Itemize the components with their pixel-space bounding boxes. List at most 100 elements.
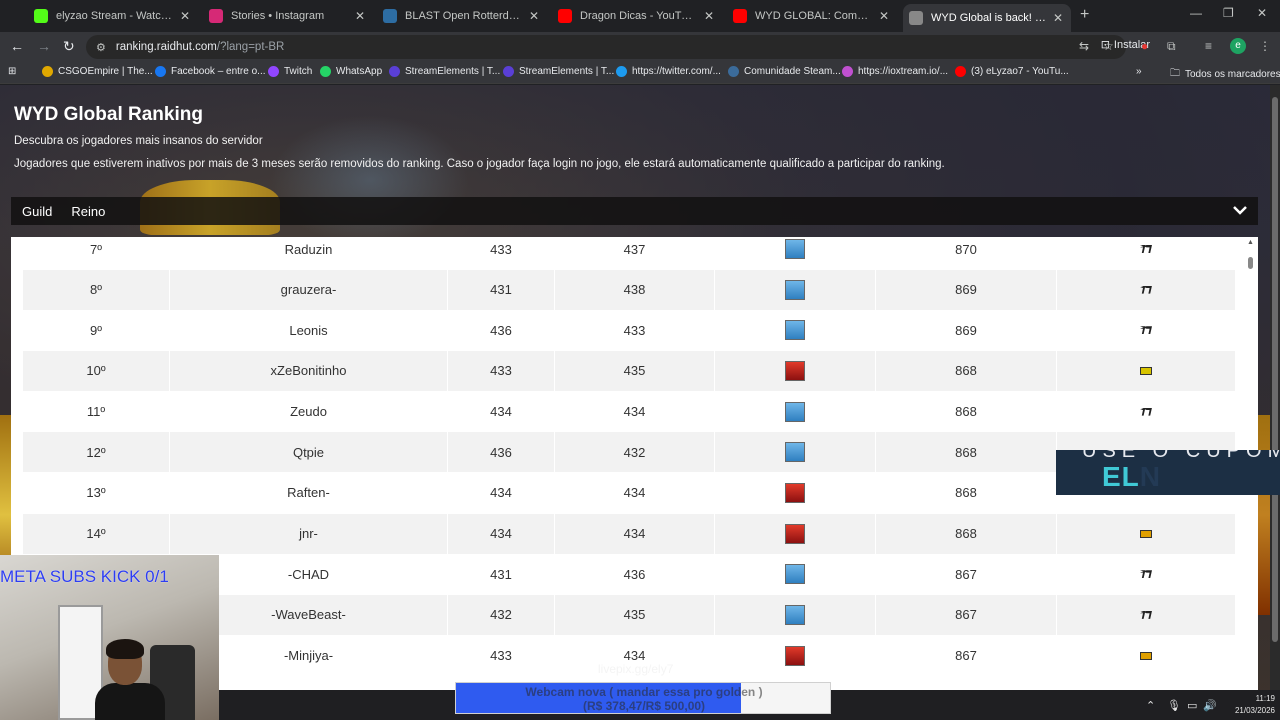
close-tab-icon[interactable]: ✕ [178,9,192,23]
livepix-watermark: livepix.gg/ely7 [598,662,674,676]
forward-icon[interactable]: → [37,38,51,54]
bookmark-label: Twitch [284,66,313,77]
kick-icon [34,9,48,23]
page-title: WYD Global Ranking [14,104,203,125]
table-row[interactable]: 14º jnr- 434 434 868 [23,513,1235,554]
browser-tab[interactable]: WYD GLOBAL: Como Adicionar ✕ [727,4,897,28]
level-b-cell: 438 [555,269,715,310]
network-icon[interactable]: ▭ [1187,699,1197,712]
clock-date: 21/03/2026 [1234,706,1275,715]
new-tab-button[interactable]: + [1080,6,1089,24]
menu-kebab-icon[interactable]: ⋮ [1259,39,1271,53]
table-row[interactable]: 12º Qtpie 436 432 868 [23,432,1235,473]
scroll-up-icon[interactable]: ▲ [1247,239,1254,246]
guild-emblem-icon [1140,245,1152,253]
back-icon[interactable]: ← [10,38,24,54]
total-score-cell: 868 [876,513,1057,554]
tab-title: WYD GLOBAL: Como Adicionar [755,10,873,22]
total-score-cell: 868 [876,391,1057,432]
bookmark-label: CSGOEmpire | The... [58,66,153,77]
bookmark-label: StreamElements | T... [405,66,501,77]
bookmark-label: StreamElements | T... [519,66,615,77]
close-tab-icon[interactable]: ✕ [527,9,541,23]
instagram-icon [209,9,223,23]
folder-icon: 🗀 [1170,68,1180,79]
chevron-down-icon[interactable] [1232,202,1248,218]
sponsor-logo: ELN [1102,461,1161,493]
bookmark-star-icon[interactable]: ☆ [1103,39,1114,53]
apps-grid-icon[interactable]: ⊞ [8,66,16,77]
bookmark-item[interactable]: (3) eLyzao7 - YouTu... [955,66,1069,77]
bookmark-item[interactable]: Comunidade Steam... [728,66,841,77]
url-host: ranking.raidhut.com [115,41,217,53]
table-row[interactable]: 9º Leonis 436 433 869 [23,310,1235,351]
nav-guild-link[interactable]: Guild [22,204,52,219]
table-row[interactable]: 11º Zeudo 434 434 868 [23,391,1235,432]
rank-position-cell: 7º [23,237,170,269]
subs-goal-text: META SUBS KICK 0/1 [0,567,169,586]
browser-toolbar: ← → ↻ ⚙ ranking.raidhut.com/?lang=pt-BR … [0,32,1280,62]
tray-chevron-up-icon[interactable]: ⌃ [1146,699,1155,712]
bookmark-item[interactable]: WhatsApp [320,66,382,77]
table-row[interactable]: 10º xZeBonitinho 433 435 868 [23,350,1235,391]
browser-tab[interactable]: WYD Global is back! Play with y ✕ [903,4,1071,32]
class-cell [715,554,876,595]
close-tab-icon[interactable]: ✕ [877,9,891,23]
browser-tab[interactable]: BLAST Open Rotterdam 2026 o ✕ [377,4,547,28]
loading-icon [909,11,923,25]
nav-realm-link[interactable]: Reino [71,204,105,219]
bookmark-item[interactable]: https://ioxtream.io/... [842,66,948,77]
translate-icon[interactable]: ⇆ [1079,39,1089,53]
donation-goal-amount: (R$ 378,47/R$ 500,00) [582,699,706,713]
all-bookmarks-folder[interactable]: 🗀 Todos os marcadores [1170,66,1280,83]
level-a-cell: 432 [448,594,555,635]
page-scrollbar[interactable] [1270,85,1280,690]
profile-avatar[interactable]: e [1230,38,1246,54]
bookmark-label: https://ioxtream.io/... [858,66,949,77]
extensions-icon[interactable]: ⧉ [1167,39,1176,54]
reload-icon[interactable]: ↻ [63,38,75,55]
site-info-icon[interactable]: ⚙ [96,41,106,54]
restore-window-button[interactable]: ❐ [1223,6,1234,20]
level-a-cell: 433 [448,350,555,391]
bookmark-item[interactable]: https://twitter.com/... [616,66,721,77]
bookmark-item[interactable]: StreamElements | T... [389,66,500,77]
table-row[interactable]: 7º Raduzin 433 437 870 [23,237,1235,269]
tab-title: elyzao Stream - Watch Live on Kick [56,10,174,22]
browser-tab[interactable]: Stories • Instagram ✕ [203,4,373,28]
guild-cell [1057,351,1235,391]
table-row[interactable]: 8º grauzera- 431 438 869 [23,269,1235,310]
more-bookmarks-icon[interactable]: » [1136,66,1142,77]
microphone-icon[interactable]: 🎙 [1167,699,1181,712]
browser-tab[interactable]: Dragon Dicas - YouTube ✕ [552,4,722,28]
guild-cell [1057,270,1235,310]
total-score-cell: 867 [876,635,1057,676]
bookmark-item[interactable]: StreamElements | T... [503,66,614,77]
reading-list-icon[interactable]: ≡ [1205,39,1212,53]
class-cell [715,513,876,554]
bookmark-item[interactable]: Twitch [268,66,312,77]
guild-cell [1057,514,1235,554]
volume-icon[interactable]: 🔊 [1203,699,1217,712]
level-a-cell: 433 [448,635,555,676]
bookmark-item[interactable]: Facebook – entre o... [155,66,266,77]
address-bar[interactable]: ⚙ ranking.raidhut.com/?lang=pt-BR [86,35,1126,59]
page-scrollbar-thumb[interactable] [1272,97,1278,642]
minimize-window-button[interactable]: — [1190,6,1202,20]
tab-title: BLAST Open Rotterdam 2026 o [405,10,523,22]
bookmark-favicon [616,66,627,77]
close-tab-icon[interactable]: ✕ [353,9,367,23]
extension-record-icon[interactable]: ● [1141,39,1148,53]
taskbar-clock[interactable]: 11:19 21/03/2026 [1225,693,1275,717]
close-tab-icon[interactable]: ✕ [702,9,716,23]
table-scrollbar-thumb[interactable] [1248,257,1253,269]
table-row[interactable]: 13º Raften- 434 434 868 [23,472,1235,513]
bookmark-item[interactable]: CSGOEmpire | The... [42,66,153,77]
level-a-cell: 434 [448,513,555,554]
sponsor-overlay: USE O CUPOM ELN [1056,450,1280,495]
browser-tab[interactable]: elyzao Stream - Watch Live on Kick ✕ [28,4,198,28]
close-tab-icon[interactable]: ✕ [1051,11,1065,25]
total-score-cell: 867 [876,594,1057,635]
bookmark-favicon [503,66,514,77]
close-window-button[interactable]: ✕ [1257,6,1267,20]
